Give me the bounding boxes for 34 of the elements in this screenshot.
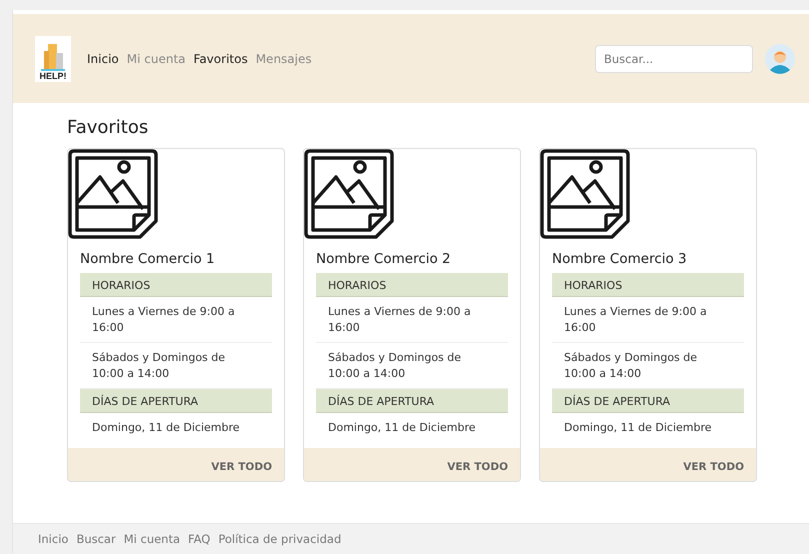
logo[interactable]: HELP! <box>35 36 71 82</box>
page-title: Favoritos <box>67 117 150 138</box>
card-title: Nombre Comercio 3 <box>552 251 688 267</box>
footer-link[interactable]: Inicio <box>38 532 68 546</box>
list-item: Domingo, 11 de Diciembre <box>91 420 241 436</box>
section-header: DÍAS DE APERTURA <box>316 389 508 413</box>
list-item: Lunes a Viernes de 9:00 a 16:00 <box>316 297 508 343</box>
section-header: DÍAS DE APERTURA <box>552 389 744 413</box>
list-item: Lunes a Viernes de 9:00 a 16:00 <box>80 297 272 343</box>
nav-link[interactable]: Mensajes <box>256 52 312 66</box>
image-placeholder-icon <box>68 149 158 239</box>
search-field[interactable]: Buscar... <box>595 44 753 72</box>
image-placeholder-icon <box>304 149 394 239</box>
view-all-link[interactable]: VER TODO <box>447 461 508 473</box>
nav-link[interactable]: Inicio <box>87 52 119 66</box>
list-item: Lunes a Viernes de 9:00 a 16:00 <box>552 297 744 343</box>
nav-link[interactable]: Favoritos <box>194 52 248 66</box>
view-all-link[interactable]: VER TODO <box>211 461 272 473</box>
footer-link[interactable]: Política de privacidad <box>218 532 342 546</box>
card-title: Nombre Comercio 1 <box>80 251 216 267</box>
card-title: Nombre Comercio 2 <box>316 251 452 267</box>
section-header: HORARIOS <box>316 273 508 297</box>
footer-link[interactable]: Mi cuenta <box>124 532 180 546</box>
section-header: HORARIOS <box>552 273 744 297</box>
section-header: HORARIOS <box>80 273 272 297</box>
view-all-link[interactable]: VER TODO <box>683 461 744 473</box>
list-item: Domingo, 11 de Diciembre <box>327 420 477 436</box>
footer-link[interactable]: FAQ <box>188 532 210 546</box>
image-placeholder-icon <box>540 149 630 239</box>
footer-link[interactable]: Buscar <box>76 532 116 546</box>
section-header: DÍAS DE APERTURA <box>80 389 272 413</box>
nav-link[interactable]: Mi cuenta <box>126 52 186 66</box>
list-item: Domingo, 11 de Diciembre <box>563 420 713 436</box>
avatar-icon[interactable] <box>765 44 795 74</box>
